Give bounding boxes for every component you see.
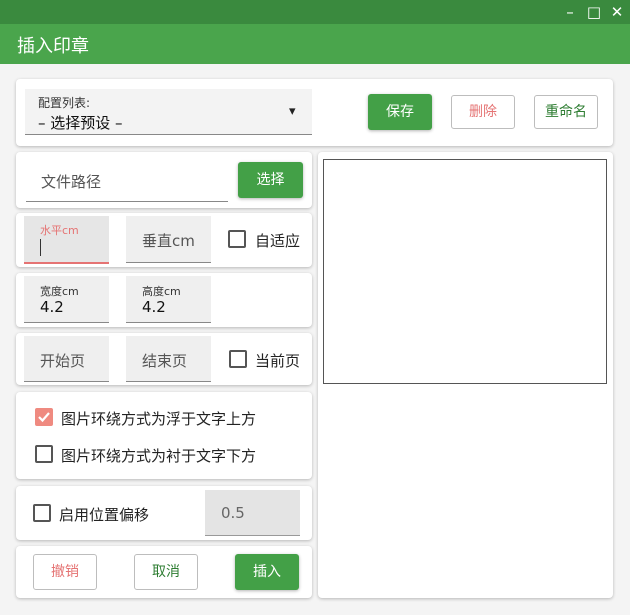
minimize-button[interactable]: – — [561, 2, 579, 22]
end-page-placeholder: 结束页 — [142, 352, 188, 370]
minimize-icon: – — [566, 3, 574, 21]
config-selected-value: – 选择预设 – — [38, 114, 123, 132]
current-page-label: 当前页 — [255, 352, 301, 370]
checkmark-icon — [38, 412, 50, 423]
width-value: 4.2 — [40, 298, 64, 316]
cancel-button[interactable]: 取消 — [134, 554, 198, 590]
rename-button[interactable]: 重命名 — [534, 95, 598, 129]
behind-text-label: 图片环绕方式为衬于文字下方 — [61, 447, 257, 465]
adaptive-label: 自适应 — [255, 232, 301, 250]
start-page-placeholder: 开始页 — [40, 352, 86, 370]
adaptive-checkbox[interactable] — [228, 230, 246, 248]
stamp-preview-area — [323, 159, 607, 384]
offset-input[interactable] — [205, 490, 300, 536]
close-button[interactable]: ✕ — [608, 2, 626, 22]
file-path-placeholder: 文件路径 — [41, 173, 102, 191]
window-title: 插入印章 — [17, 36, 89, 57]
enable-offset-checkbox[interactable] — [33, 504, 51, 522]
offset-value: 0.5 — [221, 504, 245, 522]
width-label: 宽度cm — [40, 285, 79, 298]
height-value: 4.2 — [142, 298, 166, 316]
maximize-icon: □ — [586, 3, 602, 21]
insert-button[interactable]: 插入 — [235, 554, 299, 590]
undo-button[interactable]: 撤销 — [33, 554, 97, 590]
close-icon: ✕ — [610, 3, 624, 21]
save-button[interactable]: 保存 — [368, 94, 432, 130]
enable-offset-label: 启用位置偏移 — [59, 506, 150, 524]
vertical-placeholder: 垂直cm — [142, 232, 195, 250]
chevron-down-icon[interactable]: ▾ — [289, 104, 296, 119]
title-bar — [0, 24, 630, 64]
float-above-checkbox[interactable] — [35, 408, 53, 426]
text-cursor — [40, 239, 41, 256]
horizontal-label: 水平cm — [40, 224, 79, 237]
config-label: 配置列表: — [38, 96, 91, 110]
delete-button[interactable]: 删除 — [451, 95, 515, 129]
height-label: 高度cm — [142, 285, 181, 298]
window-top-strip — [0, 0, 630, 24]
behind-text-checkbox[interactable] — [35, 445, 53, 463]
choose-file-button[interactable]: 选择 — [238, 162, 303, 198]
float-above-label: 图片环绕方式为浮于文字上方 — [61, 410, 257, 428]
maximize-button[interactable]: □ — [585, 2, 603, 22]
current-page-checkbox[interactable] — [229, 350, 247, 368]
